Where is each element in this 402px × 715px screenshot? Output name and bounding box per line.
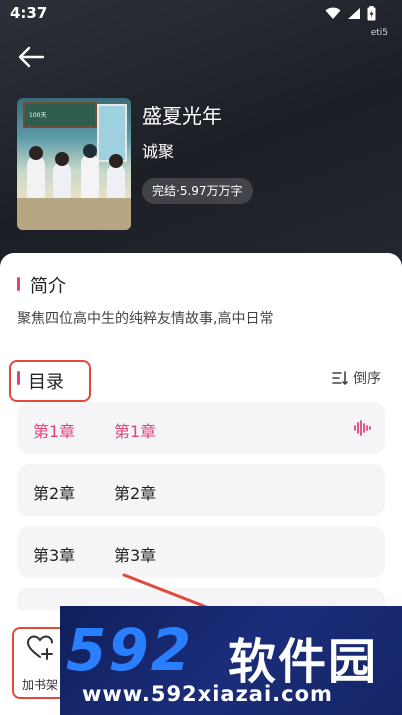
watermark-brand-number: 592 [66,616,194,684]
watermark-url: www.592xiazai.com [82,682,333,706]
watermark-banner: 592 软件园 www.592xiazai.com [60,606,402,715]
